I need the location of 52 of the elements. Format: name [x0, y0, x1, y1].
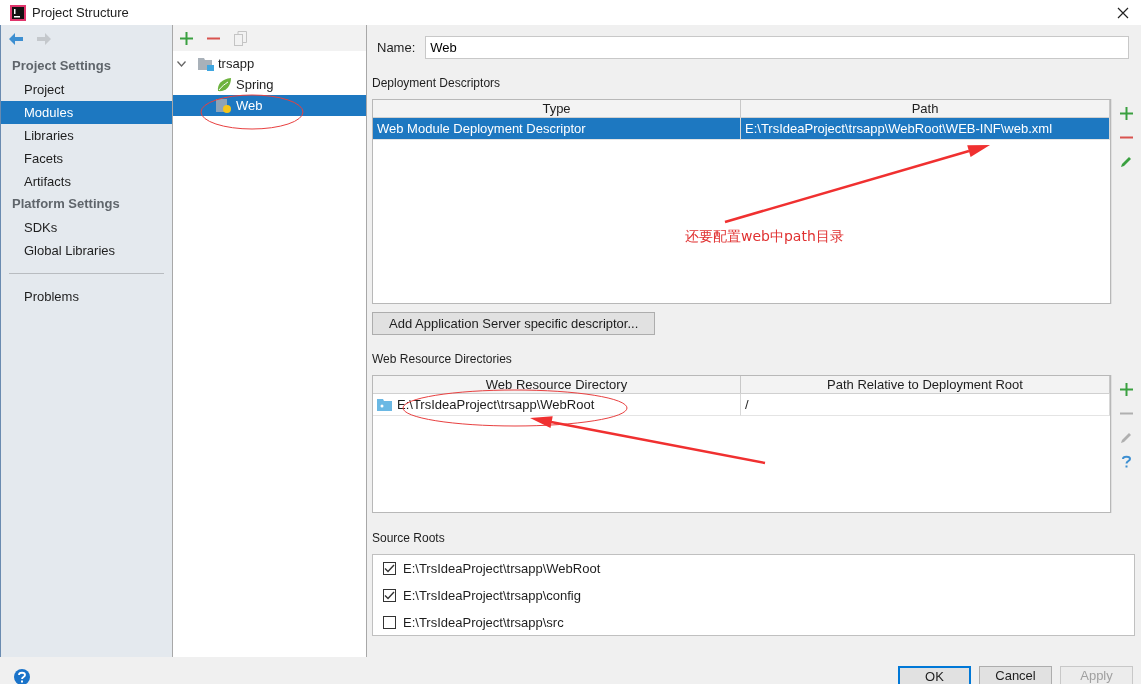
- section-title: Deployment Descriptors: [372, 75, 502, 92]
- section-title: Web Resource Directories: [372, 351, 513, 368]
- source-root-path: E:\TrsIdeaProject\trsapp\src: [403, 614, 564, 630]
- column-header[interactable]: Path Relative to Deployment Root: [741, 376, 1110, 393]
- close-icon[interactable]: [1117, 6, 1129, 19]
- name-label: Name:: [377, 40, 416, 55]
- table-cell: /: [745, 397, 749, 412]
- column-header[interactable]: Type: [373, 100, 741, 117]
- window-title: Project Structure: [32, 5, 129, 20]
- tree-item[interactable]: trsapp: [173, 53, 366, 74]
- chevron-icon[interactable]: [177, 60, 186, 67]
- back-arrow-icon[interactable]: [9, 33, 23, 45]
- sidebar-heading: Project Settings: [11, 57, 112, 75]
- tree-item[interactable]: Web: [173, 95, 366, 116]
- source-root-path: E:\TrsIdeaProject\trsapp\config: [403, 587, 581, 603]
- sidebar-item[interactable]: Project: [1, 78, 172, 101]
- checkbox[interactable]: [383, 615, 396, 629]
- table-cell: Web Module Deployment Descriptor: [377, 121, 586, 136]
- copy-icon[interactable]: [234, 30, 247, 46]
- sidebar-item[interactable]: Global Libraries: [1, 239, 172, 262]
- folder-icon: [198, 56, 214, 71]
- sidebar-item[interactable]: SDKs: [1, 216, 172, 239]
- table-row[interactable]: Web Module Deployment Descriptor E:\TrsIdeaProject\trsapp\WebRoot\WEB-INF\web.xml: [373, 118, 1110, 140]
- sidebar-item[interactable]: Libraries: [1, 124, 172, 147]
- leaf-icon: [216, 76, 232, 93]
- add-icon[interactable]: [1120, 383, 1133, 396]
- name-field[interactable]: Web: [425, 36, 1129, 59]
- add-icon[interactable]: [1120, 107, 1133, 120]
- add-descriptor-button[interactable]: Add Application Server specific descriptor...: [372, 312, 656, 335]
- column-header[interactable]: Path: [741, 100, 1110, 117]
- checkbox[interactable]: [383, 561, 396, 575]
- add-icon[interactable]: [180, 31, 193, 45]
- app-logo-icon: [10, 4, 26, 21]
- annotation-text: 还要配置web中path目录: [685, 228, 844, 246]
- table-cell: E:\TrsIdeaProject\trsapp\WebRoot\WEB-INF\web.xml: [745, 121, 1053, 136]
- sidebar-heading: Platform Settings: [11, 195, 121, 213]
- dialog-button[interactable]: OK: [898, 666, 971, 684]
- checkbox[interactable]: [383, 588, 396, 602]
- section-title: Source Roots: [372, 530, 446, 547]
- tree-item[interactable]: Spring: [173, 74, 366, 95]
- sidebar-item[interactable]: Modules: [1, 101, 172, 124]
- help-icon[interactable]: [14, 669, 30, 684]
- column-header[interactable]: Web Resource Directory: [373, 376, 741, 393]
- folder-icon: [377, 398, 392, 411]
- sidebar-item[interactable]: Facets: [1, 147, 172, 170]
- dialog-button[interactable]: Cancel: [979, 666, 1052, 684]
- sidebar-item[interactable]: Problems: [1, 285, 172, 308]
- edit-icon[interactable]: [1120, 155, 1133, 168]
- sidebar-item[interactable]: Artifacts: [1, 170, 172, 193]
- web-module-icon: [216, 97, 232, 114]
- source-root-path: E:\TrsIdeaProject\trsapp\WebRoot: [403, 560, 601, 576]
- help-icon[interactable]: [1120, 455, 1133, 468]
